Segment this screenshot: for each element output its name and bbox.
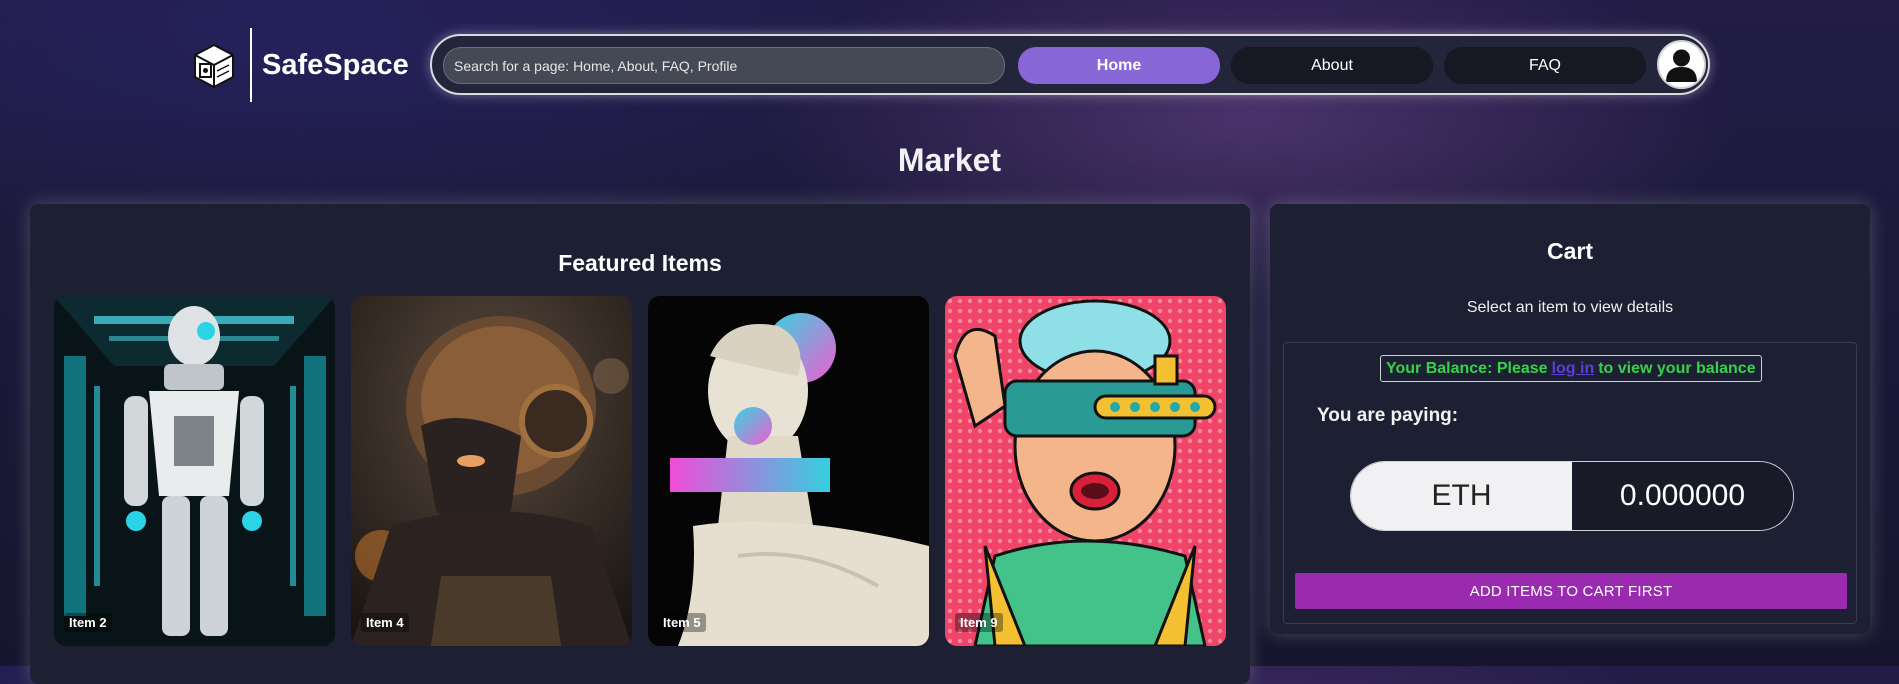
logo-divider	[250, 28, 252, 102]
search-input[interactable]	[443, 47, 1005, 84]
profile-avatar[interactable]	[1657, 40, 1706, 89]
greek-bust-image	[648, 296, 929, 646]
balance-suffix: to view your balance	[1598, 359, 1756, 377]
nav-home-button[interactable]: Home	[1018, 47, 1220, 84]
item-label: Item 2	[64, 613, 112, 632]
item-label: Item 5	[658, 613, 706, 632]
nav-faq-button[interactable]: FAQ	[1444, 47, 1646, 84]
balance-notice: Your Balance: Please log in to view your…	[1380, 355, 1762, 382]
nav-about-button[interactable]: About	[1231, 47, 1433, 84]
add-to-cart-button[interactable]: ADD ITEMS TO CART FIRST	[1295, 573, 1847, 609]
payment-box: ETH 0.000000	[1350, 461, 1794, 531]
featured-item-card[interactable]: Item 2	[54, 296, 335, 646]
featured-panel: Featured Items Item 2 Item 4 Item 5 Item…	[30, 204, 1250, 684]
featured-item-card[interactable]: Item 9	[945, 296, 1226, 646]
featured-item-card[interactable]: Item 5	[648, 296, 929, 646]
item-label: Item 4	[361, 613, 409, 632]
payment-amount: 0.000000	[1572, 462, 1793, 530]
navbar: Home About FAQ	[430, 34, 1710, 95]
cart-subtitle: Select an item to view details	[1466, 299, 1674, 316]
currency-selector[interactable]: ETH	[1351, 462, 1572, 530]
safe-box-icon	[190, 41, 238, 89]
pop-art-image	[945, 296, 1226, 646]
featured-item-card[interactable]: Item 4	[351, 296, 632, 646]
cart-panel: Cart Select an item to view details Your…	[1270, 204, 1870, 634]
robot-image	[54, 296, 335, 646]
item-label: Item 9	[955, 613, 1003, 632]
cart-title: Cart	[1546, 238, 1593, 264]
masked-figure-image	[351, 296, 632, 646]
featured-title: Featured Items	[558, 250, 722, 276]
user-icon	[1666, 49, 1697, 82]
brand-name: SafeSpace	[262, 48, 409, 81]
paying-label: You are paying:	[1317, 405, 1459, 426]
cart-details: Your Balance: Please log in to view your…	[1283, 342, 1857, 624]
page-title: Market	[897, 142, 1002, 178]
login-link[interactable]: log in	[1552, 360, 1595, 378]
balance-prefix: Your Balance: Please	[1386, 359, 1548, 377]
brand-logo[interactable]: SafeSpace	[190, 28, 409, 102]
